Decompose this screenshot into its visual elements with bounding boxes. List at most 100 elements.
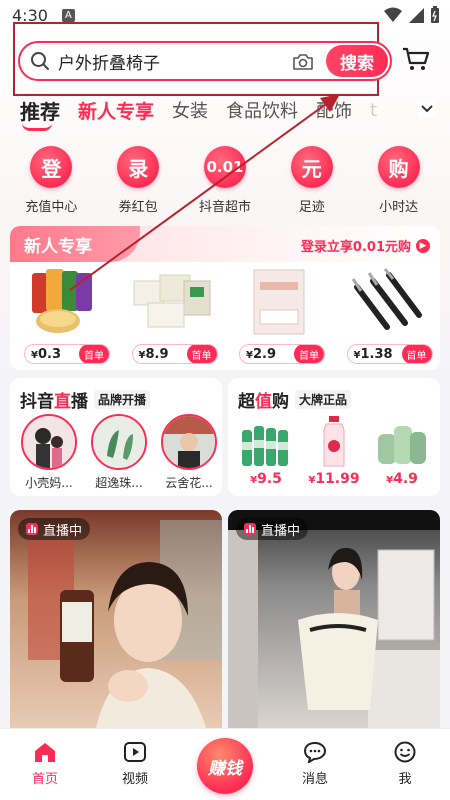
quick-link-badge: 购 — [377, 146, 420, 188]
new-user-card-title: 新人专享 — [10, 226, 140, 262]
tab-accessories[interactable]: 配饰 — [316, 97, 352, 123]
tab-food-drinks[interactable]: 食品饮料 — [226, 97, 298, 123]
live-badge: 直播中 — [18, 518, 91, 540]
deal-image-bags — [372, 414, 432, 468]
product-item[interactable]: ¥2.9 首单 — [225, 264, 333, 368]
quick-link-supermarket[interactable]: 0.01 抖音超市 — [185, 146, 265, 215]
quick-link-hourly-delivery[interactable]: 购 小时达 — [359, 146, 439, 215]
product-image-paper-towels — [237, 266, 321, 338]
quick-link-badge: 元 — [290, 146, 333, 188]
tab-overflow[interactable]: t — [370, 100, 377, 121]
quick-links: 登 充值中心 录 券红包 0.01 抖音超市 元 足迹 购 小时达 — [0, 146, 450, 215]
live-badge-label: 直播中 — [261, 523, 301, 539]
product-item[interactable]: ¥1.38 首单 — [333, 264, 441, 368]
live-bars-icon — [26, 523, 38, 535]
product-item[interactable]: ¥0.3 首单 — [10, 264, 118, 368]
streamer-name: 小壳妈... — [25, 476, 73, 490]
streamer-item[interactable]: 云舍花... — [160, 414, 218, 491]
live-video-tile[interactable]: 直播中 — [10, 510, 222, 728]
deal-card-subtitle: 大牌正品 — [295, 390, 352, 409]
category-tabs: 推荐 新人专享 女装 食品饮料 配饰 t — [20, 94, 377, 131]
smiley-icon — [394, 741, 416, 763]
deal-price: ¥4.9 — [386, 471, 418, 487]
deal-image-juice — [304, 414, 364, 468]
live-card-subtitle: 品牌开播 — [94, 390, 151, 409]
new-user-card[interactable]: 新人专享 登录立享0.01元购 ▶ ¥0.3 首单 ¥8.9 首单 ¥2.9 首… — [10, 226, 440, 370]
tab-new-user[interactable]: 新人专享 — [78, 97, 154, 124]
product-price: ¥1.38 — [353, 346, 393, 362]
login-promo-link[interactable]: 登录立享0.01元购 ▶ — [301, 236, 430, 255]
chevron-down-icon[interactable] — [418, 100, 436, 118]
first-order-badge: 首单 — [79, 345, 109, 363]
deal-item[interactable]: ¥11.99 — [302, 414, 366, 487]
camera-icon[interactable] — [292, 52, 314, 72]
product-image-tools — [345, 266, 429, 338]
first-order-badge: 首单 — [186, 345, 217, 363]
nav-me[interactable]: 我 — [370, 741, 440, 787]
live-bars-icon — [244, 523, 256, 535]
nav-home[interactable]: 首页 — [10, 741, 80, 787]
streamer-name: 云舍花... — [165, 476, 213, 490]
search-icon — [31, 52, 49, 70]
earn-money-button[interactable]: 赚钱 — [197, 738, 253, 794]
nav-video[interactable]: 视频 — [100, 741, 170, 787]
deal-item[interactable]: ¥9.5 — [234, 414, 298, 487]
deal-price: ¥11.99 — [308, 471, 360, 487]
streamer-item[interactable]: 小壳妈... — [20, 414, 78, 491]
quick-link-badge: 录 — [117, 146, 160, 188]
price-tag: ¥0.3 首单 — [24, 344, 110, 364]
search-bar[interactable]: 户外折叠椅子 搜索 — [18, 41, 392, 81]
live-card-title: 抖音直播 — [20, 392, 88, 412]
product-price: ¥2.9 — [246, 346, 276, 362]
streamer-name: 超逸珠... — [95, 476, 143, 490]
nav-me-label: 我 — [398, 772, 412, 787]
streamer-item[interactable]: 超逸珠... — [90, 414, 148, 491]
product-item[interactable]: ¥8.9 首单 — [118, 264, 226, 368]
deal-image-water — [236, 414, 296, 468]
quick-link-badge: 0.01 — [203, 146, 246, 188]
cart-icon[interactable] — [402, 46, 430, 72]
login-promo-text: 登录立享0.01元购 — [300, 240, 411, 255]
deal-list: ¥9.5 ¥11.99 ¥4.9 — [234, 414, 434, 487]
price-tag: ¥1.38 首单 — [346, 344, 433, 364]
nav-video-label: 视频 — [121, 772, 148, 787]
battery-icon — [431, 6, 439, 23]
nav-messages[interactable]: 消息 — [280, 741, 350, 787]
live-video-thumbnail — [28, 520, 222, 728]
quick-link-recharge[interactable]: 登 充值中心 — [11, 146, 91, 215]
live-card-header: 抖音直播 品牌开播 — [20, 387, 151, 412]
signal-icon — [409, 8, 424, 23]
quick-link-history[interactable]: 元 足迹 — [272, 146, 352, 215]
deal-price: ¥9.5 — [250, 471, 282, 487]
product-image-tissues — [130, 266, 214, 338]
quick-link-label: 券红包 — [118, 200, 158, 215]
first-order-badge: 首单 — [401, 345, 432, 363]
arrow-right-icon: ▶ — [416, 238, 430, 253]
quick-link-label: 足迹 — [298, 200, 325, 215]
status-indicators — [384, 6, 440, 24]
deal-item[interactable]: ¥4.9 — [370, 414, 434, 487]
value-deals-card[interactable]: 超值购 大牌正品 ¥9.5 ¥11.99 ¥4.9 — [228, 378, 440, 496]
quick-link-badge: 登 — [30, 146, 73, 188]
price-tag: ¥8.9 首单 — [131, 344, 218, 364]
new-user-products: ¥0.3 首单 ¥8.9 首单 ¥2.9 首单 ¥1.38 首单 — [10, 264, 440, 368]
search-button[interactable]: 搜索 — [326, 45, 388, 77]
chat-bubble-icon — [303, 741, 327, 763]
nav-messages-label: 消息 — [301, 772, 328, 787]
nav-home-label: 首页 — [31, 772, 58, 787]
product-price: ¥8.9 — [138, 346, 169, 362]
notification-icon: A — [61, 8, 75, 22]
quick-link-label: 抖音超市 — [198, 200, 251, 215]
live-streams-card[interactable]: 抖音直播 品牌开播 小壳妈... 超逸珠... 云舍花... — [10, 378, 222, 496]
quick-link-coupons[interactable]: 录 券红包 — [98, 146, 178, 215]
avatar — [21, 414, 77, 470]
avatar — [161, 414, 217, 470]
home-icon — [35, 743, 55, 762]
wifi-icon — [384, 7, 402, 22]
deal-card-header: 超值购 大牌正品 — [238, 387, 352, 412]
live-video-tile[interactable]: 直播中 — [228, 510, 440, 728]
price-tag: ¥2.9 首单 — [239, 344, 325, 364]
tab-womens-clothing[interactable]: 女装 — [172, 97, 208, 123]
streamer-list: 小壳妈... 超逸珠... 云舍花... — [20, 414, 218, 491]
tab-recommend[interactable]: 推荐 — [20, 96, 60, 131]
